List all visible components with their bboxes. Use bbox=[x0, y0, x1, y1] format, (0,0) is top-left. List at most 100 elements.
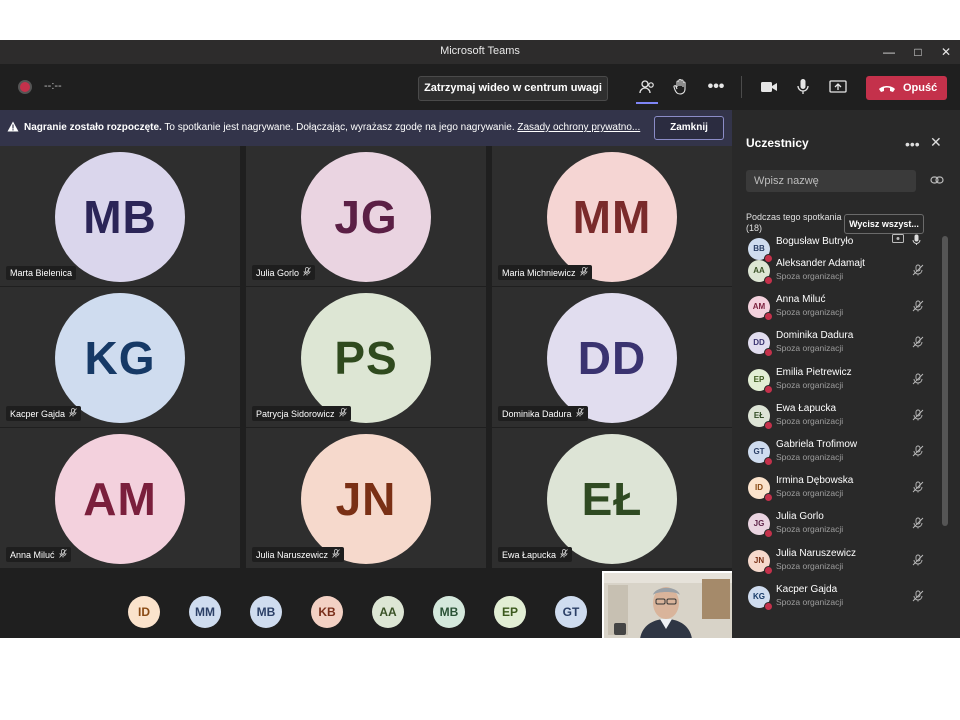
participant-search-input[interactable]: Wpisz nazwę bbox=[746, 170, 916, 192]
leave-button-label: Opuść bbox=[903, 82, 938, 94]
video-tile[interactable]: KG Kacper Gajda bbox=[0, 287, 240, 427]
participant-name: Bogusław Butryło bbox=[776, 236, 854, 247]
participant-name: Anna Miluć bbox=[776, 294, 826, 306]
mic-muted-icon[interactable] bbox=[912, 481, 924, 496]
participant-list-item[interactable]: JG Julia Gorlo Spoza organizacji bbox=[732, 507, 942, 543]
participant-name: Aleksander Adamajt bbox=[776, 258, 865, 269]
presence-status-icon bbox=[764, 601, 773, 611]
participant-name: Ewa Łapucka bbox=[502, 550, 557, 560]
close-window-icon[interactable]: ✕ bbox=[937, 44, 955, 60]
recording-indicator-icon bbox=[20, 82, 30, 92]
microphone-icon[interactable] bbox=[790, 74, 816, 100]
video-tile[interactable]: MB Marta Bielenica bbox=[0, 146, 240, 286]
participant-name: Ewa Łapucka bbox=[776, 402, 837, 414]
avatar: DD bbox=[547, 293, 677, 423]
mic-muted-icon[interactable] bbox=[912, 517, 924, 532]
video-tile[interactable]: PS Patrycja Sidorowicz bbox=[246, 287, 486, 427]
toolbar-divider bbox=[741, 76, 742, 98]
stop-spotlight-button[interactable]: Zatrzymaj wideo w centrum uwagi bbox=[418, 76, 608, 101]
participant-list-item[interactable]: DD Dominika Dadura Spoza organizacji bbox=[732, 326, 942, 362]
video-grid: MB Marta Bielenica JG Julia Gorlo MM Maria Mi… bbox=[0, 146, 732, 572]
video-tile[interactable]: JG Julia Gorlo bbox=[246, 146, 486, 286]
mic-muted-icon bbox=[338, 408, 347, 419]
mic-muted-icon[interactable] bbox=[912, 554, 924, 569]
mic-muted-icon[interactable] bbox=[912, 445, 924, 460]
participant-name: Julia Gorlo bbox=[776, 511, 824, 523]
participant-name-label: Patrycja Sidorowicz bbox=[252, 406, 351, 421]
participant-name: Anna Miluć bbox=[10, 550, 55, 560]
participant-list-item[interactable]: JN Julia Naruszewicz Spoza organizacji bbox=[732, 544, 942, 580]
participant-org-label: Spoza organizacji bbox=[776, 524, 844, 535]
close-banner-button[interactable]: Zamknij bbox=[654, 116, 724, 140]
presence-status-icon bbox=[764, 565, 773, 575]
overflow-avatar[interactable]: MB bbox=[433, 596, 465, 628]
presence-status-icon bbox=[764, 312, 773, 322]
title-bar: Microsoft Teams — □ ✕ bbox=[0, 40, 960, 64]
participants-panel-title: Uczestnicy bbox=[746, 136, 809, 150]
overflow-avatar[interactable]: KB bbox=[311, 596, 343, 628]
maximize-icon[interactable]: □ bbox=[909, 44, 927, 60]
in-meeting-section-header[interactable]: Podczas tego spotkania (18) bbox=[746, 212, 842, 234]
video-tile[interactable]: MM Maria Michniewicz bbox=[492, 146, 732, 286]
overflow-avatar[interactable]: GT bbox=[555, 596, 587, 628]
participant-list-item[interactable]: EŁ Ewa Łapucka Spoza organizacji bbox=[732, 399, 942, 435]
share-screen-icon[interactable] bbox=[825, 74, 851, 100]
participant-list-item[interactable]: ID Irmina Dębowska Spoza organizacji bbox=[732, 471, 942, 507]
privacy-policy-link[interactable]: Zasady ochrony prywatno... bbox=[517, 122, 640, 133]
mic-muted-icon[interactable] bbox=[912, 590, 924, 605]
mic-muted-icon bbox=[69, 408, 77, 419]
avatar: MM bbox=[547, 152, 677, 282]
participant-org-label: Spoza organizacji bbox=[776, 452, 844, 462]
video-tile[interactable]: JN Julia Naruszewicz bbox=[246, 428, 486, 568]
participant-name: Dominika Dadura bbox=[776, 330, 854, 342]
video-tile[interactable]: AM Anna Miluć bbox=[0, 428, 240, 568]
mic-muted-icon bbox=[575, 408, 584, 419]
mic-muted-icon[interactable] bbox=[912, 336, 924, 351]
participant-list: BB Bogusław Butryło AA Aleksander Adamajt Sp… bbox=[732, 232, 942, 638]
avatar: JG bbox=[301, 152, 431, 282]
participant-list-item[interactable]: EP Emilia Pietrewicz Spoza organizacji bbox=[732, 363, 942, 399]
participant-list-scrollbar[interactable] bbox=[942, 236, 948, 526]
raise-hand-icon[interactable] bbox=[668, 74, 694, 100]
mic-muted-icon[interactable] bbox=[912, 409, 924, 424]
camera-icon[interactable] bbox=[756, 74, 782, 100]
close-panel-icon[interactable]: ✕ bbox=[930, 134, 942, 151]
participant-list-item[interactable]: KG Kacper Gajda Spoza organizacji bbox=[732, 580, 942, 616]
participants-icon[interactable] bbox=[634, 74, 660, 104]
share-invite-icon[interactable] bbox=[930, 174, 944, 188]
leave-button[interactable]: Opuść bbox=[866, 76, 947, 100]
minimize-icon[interactable]: — bbox=[880, 44, 898, 60]
mic-muted-icon bbox=[303, 267, 311, 278]
participant-name: Gabriela Trofimow bbox=[776, 439, 858, 450]
video-tile[interactable]: DD Dominika Dadura bbox=[492, 287, 732, 427]
participant-org-label: Spoza organizacji bbox=[776, 488, 844, 499]
participant-list-item[interactable]: AA Aleksander Adamajt Spoza organizacji bbox=[732, 254, 942, 290]
mic-on-icon bbox=[912, 234, 921, 249]
mic-muted-icon[interactable] bbox=[912, 300, 924, 315]
participant-name: Julia Gorlo bbox=[256, 268, 300, 278]
mic-muted-icon[interactable] bbox=[912, 264, 924, 279]
self-video-preview[interactable] bbox=[602, 571, 734, 638]
mic-muted-icon bbox=[579, 267, 588, 278]
participant-name-label: Dominika Dadura bbox=[498, 406, 588, 421]
avatar: AM bbox=[55, 434, 185, 564]
participant-org-label: Spoza organizacji bbox=[776, 307, 844, 318]
participant-name: Julia Naruszewicz bbox=[256, 550, 329, 560]
mute-all-button[interactable]: Wycisz wszyst... bbox=[844, 214, 924, 234]
participant-list-item[interactable]: AM Anna Miluć Spoza organizacji bbox=[732, 290, 942, 326]
overflow-avatar[interactable]: MM bbox=[189, 596, 221, 628]
meeting-toolbar: --:-- Zatrzymaj wideo w centrum uwagi ••… bbox=[0, 64, 960, 110]
panel-more-options-icon[interactable]: ••• bbox=[905, 136, 920, 152]
presence-status-icon bbox=[764, 420, 773, 430]
avatar: JN bbox=[301, 434, 431, 564]
participant-org-label: Spoza organizacji bbox=[776, 560, 844, 571]
presence-status-icon bbox=[764, 348, 773, 358]
overflow-avatar[interactable]: AA bbox=[372, 596, 404, 628]
more-options-icon[interactable]: ••• bbox=[703, 74, 729, 100]
overflow-avatar[interactable]: MB bbox=[250, 596, 282, 628]
overflow-avatar[interactable]: EP bbox=[494, 596, 526, 628]
mic-muted-icon[interactable] bbox=[912, 373, 924, 388]
video-tile[interactable]: EŁ Ewa Łapucka bbox=[492, 428, 732, 568]
participant-list-item[interactable]: GT Gabriela Trofimow Spoza organizacji bbox=[732, 435, 942, 471]
overflow-avatar[interactable]: ID bbox=[128, 596, 160, 628]
